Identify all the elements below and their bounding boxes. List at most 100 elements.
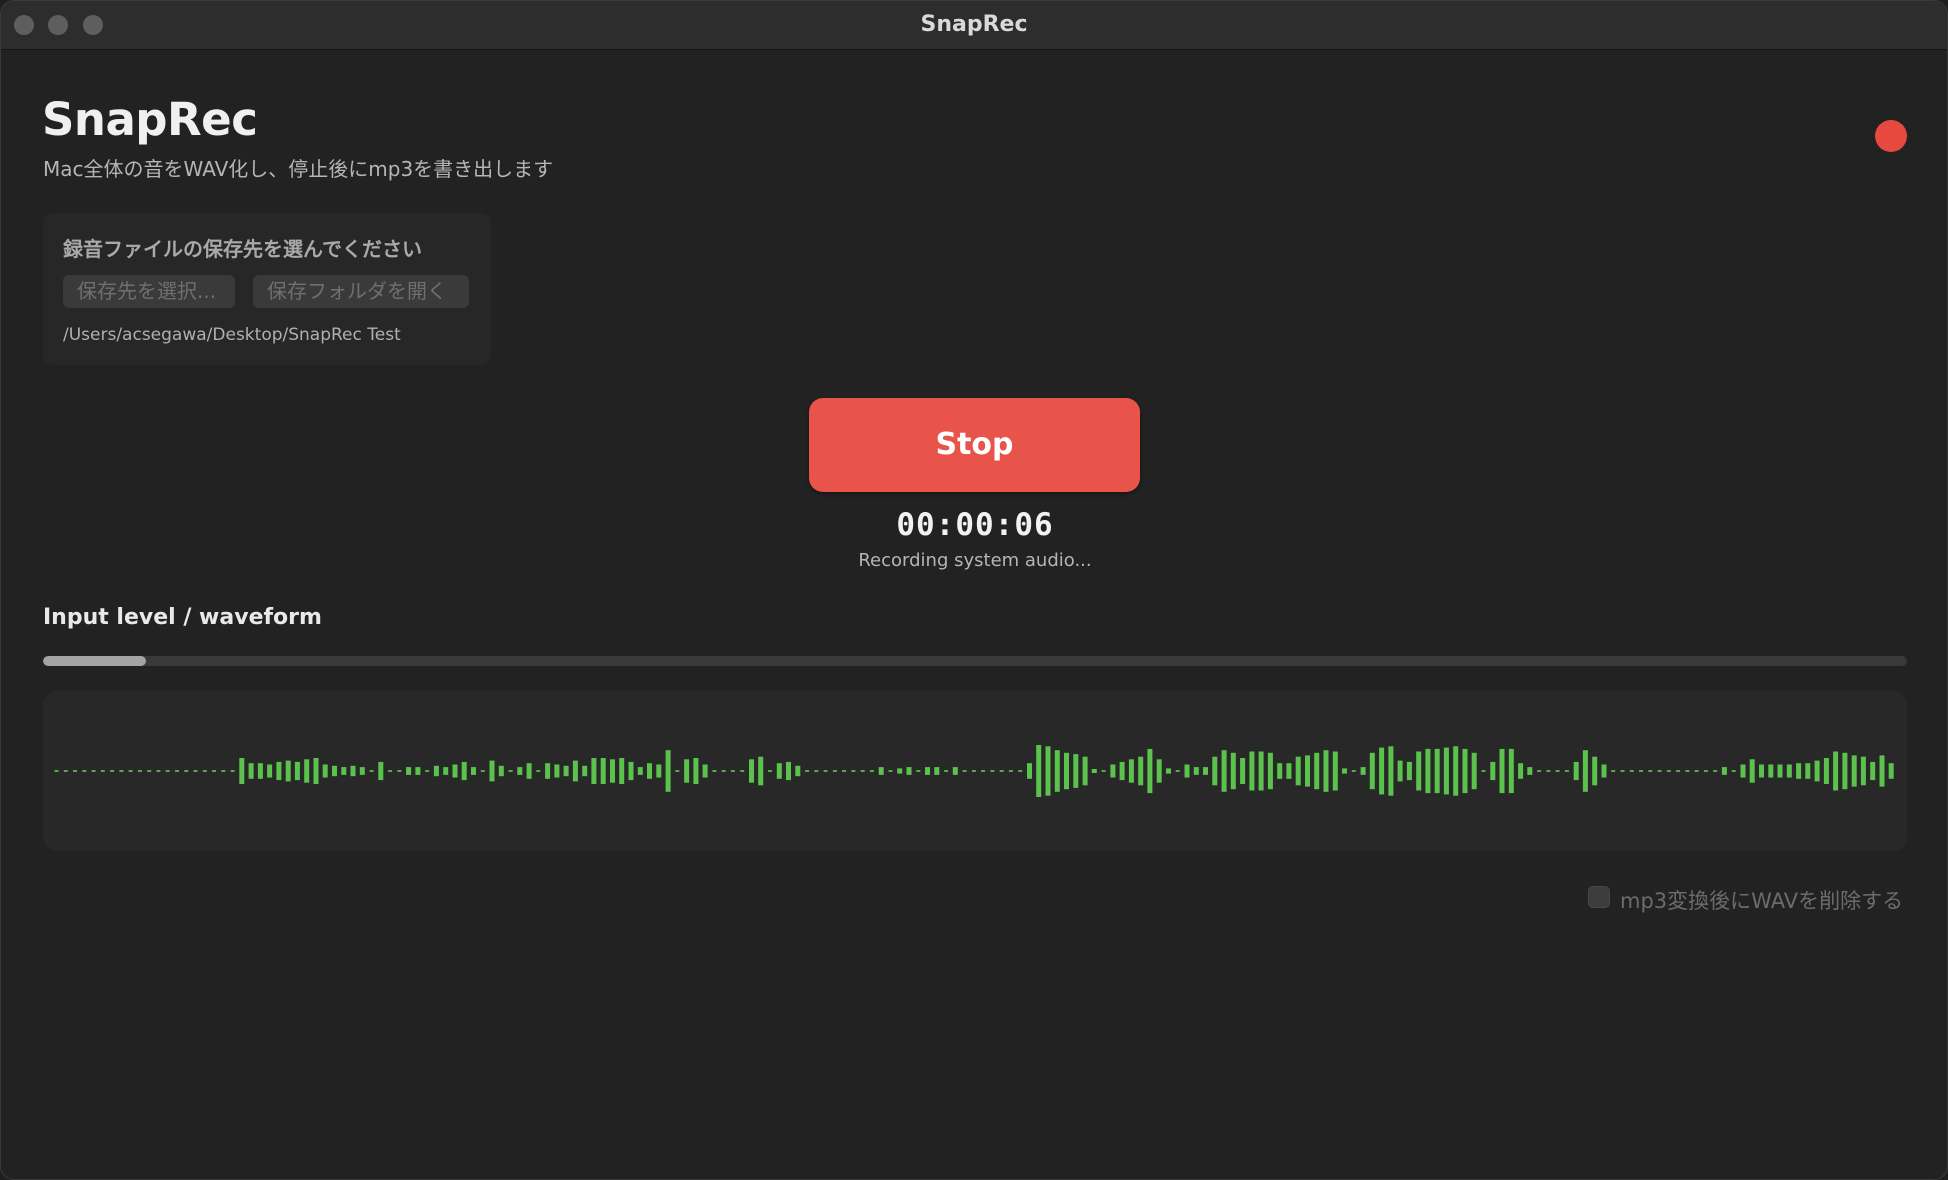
waveform-bar [1379, 747, 1385, 795]
waveform-bar [1657, 770, 1662, 772]
waveform-bar [100, 770, 105, 772]
waveform-bar [971, 770, 976, 772]
waveform-bar [1639, 770, 1643, 772]
waveform-bar [443, 767, 449, 775]
waveform-bar [1166, 768, 1171, 774]
waveform-bar [1471, 752, 1477, 790]
waveform-bar [665, 750, 671, 792]
elapsed-timer: 00:00:06 [896, 507, 1054, 543]
delete-wav-option[interactable]: mp3変換後にWAVを削除する [1588, 885, 1908, 913]
waveform-bar [990, 770, 995, 772]
waveform-bar [591, 758, 597, 784]
waveform-bar [1193, 767, 1199, 775]
waveform-bar [128, 770, 133, 772]
save-location-panel: 録音ファイルの保存先を選んでください 保存先を選択... 保存フォルダを開く /… [43, 213, 491, 365]
waveform-bar [805, 770, 810, 772]
waveform-bar [1425, 748, 1431, 794]
waveform-bar [1147, 748, 1153, 794]
waveform-bar [508, 770, 513, 772]
waveform-bar [1666, 770, 1671, 772]
waveform-bar [313, 758, 319, 784]
waveform-bar [730, 770, 735, 772]
waveform-bar [1203, 767, 1208, 775]
waveform-bar [1314, 752, 1320, 790]
delete-wav-label: mp3変換後にWAVを削除する [1620, 889, 1904, 913]
waveform-bar [1119, 761, 1125, 781]
waveform-bar [1731, 770, 1736, 772]
waveform-bar [712, 770, 717, 772]
waveform-bar [1759, 764, 1764, 778]
waveform-bar [1546, 770, 1551, 772]
waveform-bar [740, 770, 745, 772]
waveform-bar [433, 765, 439, 777]
waveform-panel [43, 691, 1907, 851]
waveform-bar [1555, 770, 1560, 772]
waveform-bar [1713, 770, 1718, 772]
choose-save-location-button[interactable]: 保存先を選択... [63, 275, 235, 308]
waveform-bar [54, 770, 59, 772]
waveform-bar [1305, 755, 1310, 787]
waveform-bar [1110, 764, 1116, 778]
waveform-bar [267, 764, 273, 778]
waveform-bar [82, 770, 87, 772]
waveform-bar [397, 770, 402, 772]
waveform-bar [851, 770, 856, 772]
waveform-bar [1416, 751, 1422, 791]
waveform-bar [1091, 769, 1097, 773]
waveform-bar [1342, 768, 1347, 774]
waveform-bar [1648, 770, 1653, 772]
waveform-bar [285, 760, 291, 782]
open-save-folder-button[interactable]: 保存フォルダを開く [253, 275, 469, 308]
waveform-bar [1221, 750, 1227, 792]
waveform-bar [498, 765, 504, 777]
waveform-bar [749, 759, 754, 783]
waveform-bar [1277, 763, 1283, 779]
waveform-bar [1860, 756, 1866, 786]
waveform-bar [406, 767, 412, 775]
waveform-bar [110, 770, 115, 772]
waveform-bar [1564, 770, 1569, 772]
waveform-bar [776, 763, 782, 779]
waveform-bar [184, 770, 189, 772]
input-level-meter [43, 656, 1907, 666]
waveform-bar [415, 767, 421, 775]
waveform-bar [795, 765, 801, 777]
waveform-bar [1045, 746, 1051, 796]
waveform-bar [1888, 763, 1894, 779]
waveform-bar [239, 758, 245, 784]
waveform-bar [1184, 764, 1190, 778]
waveform-bar [1064, 752, 1069, 790]
waveform-bar [63, 770, 68, 772]
waveform-bar [1490, 761, 1496, 781]
waveform-bar [563, 765, 569, 777]
waveform-bar [1101, 770, 1106, 772]
delete-wav-checkbox[interactable] [1588, 886, 1610, 908]
stop-button[interactable]: Stop [809, 398, 1140, 492]
waveform-bar [1573, 761, 1579, 781]
waveform-bar [610, 759, 615, 783]
waveform-bar [684, 759, 690, 783]
waveform-bar [1351, 770, 1356, 772]
waveform-bar [619, 758, 625, 784]
waveform-bar [526, 763, 532, 779]
waveform-bar [1453, 746, 1459, 796]
waveform-bar [1508, 748, 1514, 794]
waveform-bar [1443, 747, 1449, 795]
waveform-bar [758, 756, 764, 786]
waveform-bar [517, 767, 523, 775]
save-location-heading: 録音ファイルの保存先を選んでください [63, 237, 422, 261]
app-title: SnapRec [42, 93, 258, 146]
waveform-bar [1036, 745, 1042, 797]
waveform-bar [600, 758, 606, 784]
level-heading: Input level / waveform [43, 605, 322, 630]
waveform-bar [888, 770, 893, 772]
waveform-bar [981, 770, 986, 772]
waveform-bar [572, 760, 578, 782]
waveform-bar [1156, 759, 1162, 783]
waveform-bar [1582, 750, 1588, 792]
waveform-bar [1054, 750, 1060, 792]
input-level-fill [43, 656, 146, 666]
waveform-bar [1777, 764, 1783, 778]
waveform-bar [1629, 770, 1634, 772]
waveform-bar [1082, 756, 1088, 786]
